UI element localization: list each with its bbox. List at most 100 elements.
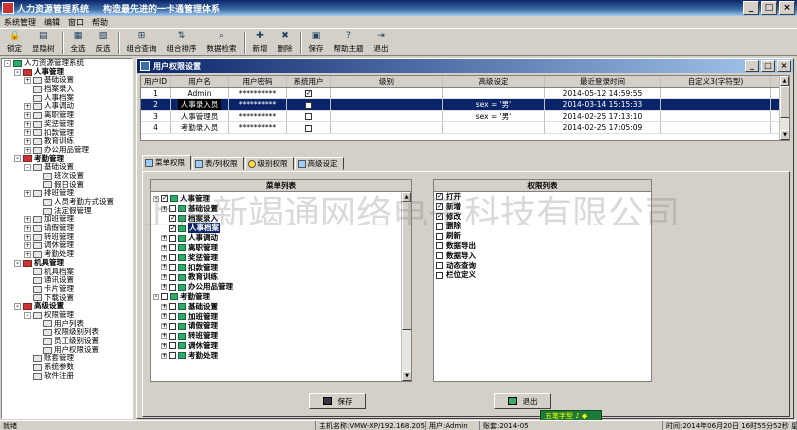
expand-icon[interactable]: + (161, 342, 167, 349)
expand-icon[interactable]: - (24, 164, 31, 172)
expand-icon[interactable]: + (161, 352, 167, 359)
system-user-checkbox[interactable] (305, 113, 312, 120)
column-header[interactable]: 用户ID (141, 76, 171, 87)
menu-tree-item[interactable]: + 基础设置 (153, 302, 399, 312)
system-user-checkbox[interactable]: ✓ (305, 90, 312, 97)
editing-cell[interactable]: 人事录入员 (177, 99, 222, 110)
column-header[interactable]: 高级设定 (443, 76, 545, 87)
menu-checkbox[interactable] (169, 244, 176, 252)
menu-system[interactable]: 系统管理 (4, 17, 36, 28)
tab-table-column-permission[interactable]: 表/列权限 (192, 157, 244, 170)
menu-window[interactable]: 窗口 (68, 17, 84, 28)
menu-checkbox[interactable] (169, 332, 176, 340)
permission-checkbox[interactable] (436, 232, 443, 240)
menu-checkbox[interactable]: ✓ (169, 224, 176, 232)
menu-help[interactable]: 帮助 (92, 17, 108, 28)
tab-advanced-setting[interactable]: 高级设定 (294, 157, 344, 170)
exit-button[interactable]: 退出 (494, 393, 551, 409)
toolbar-button[interactable]: ⇥ 退出 (369, 29, 394, 56)
menu-tree-item[interactable]: + 扣款管理 (153, 263, 399, 273)
column-header[interactable]: 级别 (331, 76, 443, 87)
tab-level-permission[interactable]: 级别权限 (244, 157, 294, 170)
scroll-down-icon[interactable]: ▼ (402, 371, 411, 381)
expand-icon[interactable]: + (24, 233, 31, 241)
tree-item[interactable]: + 办公用品管理 (2, 145, 132, 155)
expand-icon[interactable]: - (14, 259, 21, 267)
menu-tree-item[interactable]: + 离职管理 (153, 243, 399, 253)
expand-icon[interactable]: - (14, 303, 21, 311)
table-row[interactable]: 2 人事录入员 ********** sex = '男' 2014-03-14 15:1… (141, 99, 789, 111)
expand-icon[interactable]: + (24, 146, 31, 154)
expand-icon[interactable]: + (24, 242, 31, 250)
permission-checkbox[interactable] (436, 271, 443, 279)
menu-tree-item[interactable]: + 教育训练 (153, 272, 399, 282)
menu-tree-item[interactable]: + 转班管理 (153, 331, 399, 341)
expand-icon[interactable]: + (161, 333, 167, 340)
tab-menu-permission[interactable]: 菜单权限 (142, 155, 191, 170)
expand-icon[interactable]: + (24, 216, 31, 224)
inner-close-button[interactable]: × (777, 60, 791, 72)
menu-tree-item[interactable]: + 调休管理 (153, 341, 399, 351)
menu-checkbox[interactable] (169, 352, 176, 360)
column-header[interactable]: 最近登录时间 (545, 76, 661, 87)
column-header[interactable]: 用户名 (171, 76, 229, 87)
table-row[interactable]: 4 考勤录入员 ********** 2014-02-25 17:05:09 (141, 122, 789, 134)
tree-item[interactable]: + 考勤处理 (2, 249, 132, 259)
toolbar-button[interactable]: ▦ 全选 (66, 29, 91, 56)
menu-tree-item[interactable]: - 考勤管理 (153, 292, 399, 302)
expand-icon[interactable]: - (14, 68, 21, 76)
menu-checkbox[interactable] (169, 263, 176, 271)
menu-tree-item[interactable]: + 考勤处理 (153, 351, 399, 361)
toolbar-button[interactable]: ⌕ 数据检索 (202, 29, 242, 56)
column-header[interactable]: 自定义3(字符型) (661, 76, 771, 87)
tree-item[interactable]: 下载设置 (2, 293, 132, 303)
system-user-checkbox[interactable] (305, 124, 312, 132)
toolbar-button[interactable]: ▤ 显隐树 (27, 29, 60, 56)
expand-icon[interactable]: + (24, 111, 31, 119)
expand-icon[interactable]: - (14, 155, 21, 163)
permission-item[interactable]: 栏位定义 (434, 270, 651, 280)
menu-tree-item[interactable]: + 奖惩管理 (153, 253, 399, 263)
menu-checkbox[interactable] (169, 312, 176, 320)
expand-icon[interactable]: + (161, 323, 167, 330)
permission-item[interactable]: 动态查询 (434, 261, 651, 271)
minimize-button[interactable]: _ (743, 1, 759, 15)
close-button[interactable]: × (779, 1, 795, 15)
permission-item[interactable]: 刷新 (434, 231, 651, 241)
table-row[interactable]: 1 Admin ********** ✓ 2014-05-12 14:59:55 (141, 87, 789, 99)
menu-checkbox[interactable] (169, 254, 176, 262)
expand-icon[interactable]: + (161, 254, 167, 261)
save-button[interactable]: 保存 (309, 393, 366, 409)
expand-icon[interactable]: - (24, 311, 31, 319)
tree-item[interactable]: 软件注册 (2, 371, 132, 381)
maximize-button[interactable]: □ (761, 1, 777, 15)
expand-icon[interactable]: + (161, 303, 167, 310)
toolbar-button[interactable]: ▣ 保存 (304, 29, 329, 56)
tree-item[interactable]: - 人力资源管理系统 (2, 59, 132, 68)
menu-checkbox[interactable] (161, 293, 168, 301)
grid-scrollbar[interactable]: ▲ ▼ (779, 76, 789, 140)
expand-icon[interactable]: + (24, 120, 31, 128)
expand-icon[interactable]: + (24, 190, 31, 198)
permission-checkbox[interactable] (436, 261, 443, 269)
inner-maximize-button[interactable]: □ (761, 60, 775, 72)
toolbar-button[interactable]: ⇅ 组合排序 (162, 29, 202, 56)
permission-checkbox[interactable] (436, 242, 443, 250)
expand-icon[interactable]: + (24, 250, 31, 258)
menu-checkbox[interactable] (169, 322, 176, 330)
expand-icon[interactable]: + (161, 235, 167, 242)
expand-icon[interactable]: + (24, 103, 31, 111)
scroll-down-icon[interactable]: ▼ (780, 130, 789, 140)
inner-minimize-button[interactable]: _ (745, 60, 759, 72)
menu-checkbox[interactable] (169, 303, 176, 311)
menu-tree-item[interactable]: + 人事调动 (153, 233, 399, 243)
toolbar-button[interactable]: ▧ 反选 (91, 29, 116, 56)
menu-tree-item[interactable]: + 办公用品管理 (153, 282, 399, 292)
table-row[interactable]: 3 人事管理员 ********** sex = '男' 2014-02-25 17:1… (141, 110, 789, 122)
toolbar-button[interactable]: ✖ 删除 (273, 29, 298, 56)
expand-icon[interactable]: + (161, 244, 167, 251)
expand-icon[interactable]: + (24, 224, 31, 232)
expand-icon[interactable]: + (24, 77, 31, 85)
menu-checkbox[interactable] (169, 283, 176, 291)
expand-icon[interactable]: + (161, 284, 167, 291)
